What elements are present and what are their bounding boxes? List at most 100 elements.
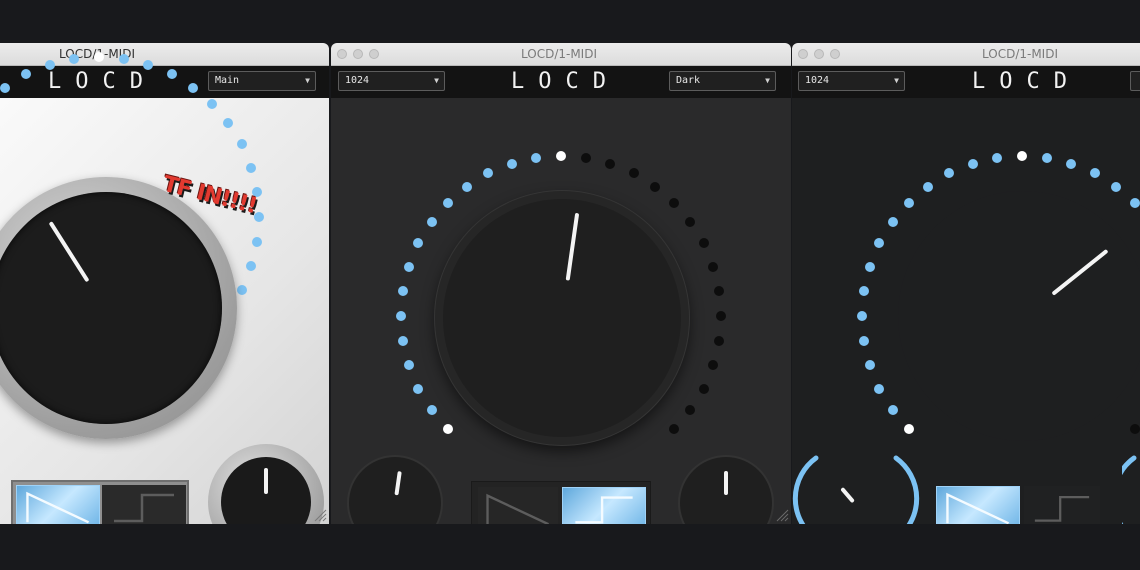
ring-dot (714, 336, 725, 347)
saw-wave-button[interactable] (936, 486, 1020, 524)
saw-wave-icon (26, 491, 90, 524)
ring-dot (1130, 197, 1140, 208)
ring-dot (236, 139, 247, 150)
waveform-selector (930, 481, 1106, 524)
ring-dot (708, 360, 719, 371)
square-wave-button[interactable] (562, 487, 646, 524)
ring-dot (714, 285, 725, 296)
ring-dot (246, 261, 257, 272)
ring-dot (442, 197, 453, 208)
plugin-header: 1024 ▼ LOCD (792, 66, 1140, 98)
knob-indicator (840, 486, 855, 504)
square-wave-button[interactable] (102, 485, 186, 524)
ring-dot (874, 238, 885, 249)
ring-dot (887, 405, 898, 416)
ring-dot (506, 158, 517, 169)
small-knob[interactable] (221, 457, 311, 524)
ring-dot (685, 405, 696, 416)
close-window-button[interactable] (798, 49, 808, 59)
ring-dot (461, 181, 472, 192)
minimize-window-button[interactable] (353, 49, 363, 59)
small-knob-left[interactable] (349, 457, 441, 524)
saw-wave-button[interactable] (478, 487, 558, 524)
minimize-window-button[interactable] (814, 49, 824, 59)
ring-dot (685, 216, 696, 227)
ring-dot (119, 53, 130, 64)
ring-dot (708, 261, 719, 272)
ring-dot (397, 285, 408, 296)
ring-dot (236, 284, 247, 295)
zoom-window-button[interactable] (830, 49, 840, 59)
small-knob-right-arc (1122, 455, 1137, 524)
chevron-down-icon: ▼ (434, 76, 439, 85)
plugin-header: LOCD Main ▼ (0, 66, 329, 98)
ring-dot (922, 181, 933, 192)
theme-dropdown[interactable]: Dark ▼ (669, 71, 776, 91)
ring-dot (483, 168, 494, 179)
ring-dot (223, 117, 234, 128)
ring-dot (530, 152, 541, 163)
logo: LOCD (48, 69, 157, 94)
knob-indicator (394, 471, 402, 496)
ring-dot (698, 383, 709, 394)
ring-dot (0, 82, 10, 93)
main-knob-bezel (0, 177, 237, 439)
ring-dot (1089, 168, 1100, 179)
ring-dot (669, 197, 680, 208)
ring-dot (188, 82, 199, 93)
ring-dot (403, 360, 414, 371)
window-title: LOCD/1-MIDI (521, 47, 598, 61)
titlebar[interactable]: LOCD/1-MIDI (331, 43, 791, 66)
theme-dropdown[interactable]: Main ▼ (208, 71, 316, 91)
plugin-window-dark-theme: LOCD/1-MIDI 1024 ▼ LOCD Dark ▼ (331, 43, 791, 524)
small-knob-right[interactable] (680, 457, 772, 524)
ring-dot (396, 311, 406, 321)
preset-dropdown-value: 1024 (345, 75, 370, 86)
knob-indicator (724, 471, 728, 495)
ring-dot (1130, 424, 1140, 435)
logo: LOCD (972, 69, 1081, 94)
knob-indicator (264, 468, 268, 494)
ring-dot (650, 181, 661, 192)
titlebar[interactable]: LOCD/1-MIDI (792, 43, 1140, 66)
plugin-body (331, 98, 791, 524)
small-knob-bezel (208, 444, 324, 524)
ring-dot (887, 216, 898, 227)
ring-dot (1017, 151, 1027, 161)
saw-wave-button[interactable] (16, 485, 100, 524)
square-wave-icon (575, 496, 633, 524)
main-knob[interactable] (0, 192, 222, 424)
ring-dot (903, 424, 914, 435)
ring-dot (698, 238, 709, 249)
square-wave-button[interactable] (1024, 486, 1100, 524)
resize-grip-icon[interactable] (313, 508, 327, 522)
waveform-selector (11, 480, 189, 524)
theme-dropdown[interactable] (1130, 71, 1140, 91)
resize-grip-icon[interactable] (775, 508, 789, 522)
ring-dot (944, 168, 955, 179)
close-window-button[interactable] (337, 49, 347, 59)
ring-dot (605, 158, 616, 169)
main-knob-bezel (435, 191, 689, 445)
ring-dot (903, 197, 914, 208)
preset-dropdown[interactable]: 1024 ▼ (338, 71, 445, 91)
logo: LOCD (511, 69, 620, 94)
saw-wave-icon (946, 492, 1010, 524)
ring-dot (252, 237, 263, 248)
preset-dropdown[interactable]: 1024 ▼ (798, 71, 905, 91)
theme-dropdown-value: Main (215, 75, 240, 86)
ring-dot (581, 152, 592, 163)
saw-wave-icon (486, 493, 549, 524)
ring-dot (857, 311, 867, 321)
ring-dot (426, 216, 437, 227)
main-knob[interactable] (443, 199, 681, 437)
ring-dot (864, 261, 875, 272)
ring-dot (397, 336, 408, 347)
zoom-window-button[interactable] (369, 49, 379, 59)
knob-indicator (565, 212, 580, 281)
ring-dot (246, 162, 257, 173)
ring-dot (1066, 158, 1077, 169)
chevron-down-icon: ▼ (765, 76, 770, 85)
main-knob[interactable] (898, 191, 1140, 441)
theme-dropdown-value: Dark (676, 75, 701, 86)
